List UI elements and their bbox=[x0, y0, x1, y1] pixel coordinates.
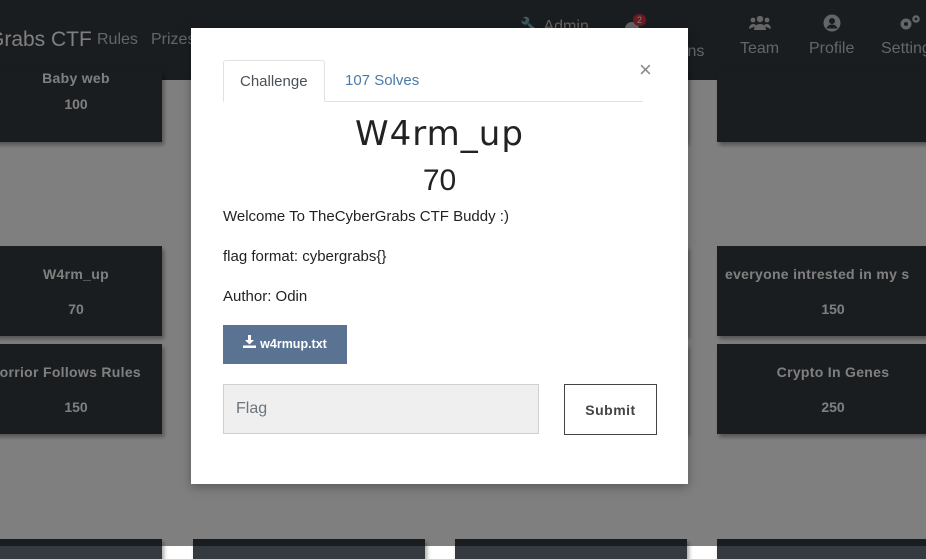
challenge-author: Author: Odin bbox=[223, 288, 308, 305]
challenge-description-line: Welcome To TheCyberGrabs CTF Buddy :) bbox=[223, 208, 509, 225]
download-file-button[interactable]: w4rmup.txt bbox=[223, 325, 347, 364]
file-name: w4rmup.txt bbox=[260, 337, 327, 351]
modal-tabs: Challenge 107 Solves bbox=[223, 60, 643, 102]
challenge-description-line: flag format: cybergrabs{} bbox=[223, 248, 387, 265]
tab-challenge[interactable]: Challenge bbox=[223, 60, 325, 102]
challenge-points: 70 bbox=[422, 164, 457, 197]
tab-solves[interactable]: 107 Solves bbox=[329, 60, 435, 100]
challenge-title: W4rm_up bbox=[355, 114, 524, 154]
flag-input[interactable] bbox=[223, 384, 539, 434]
challenge-modal: × Challenge 107 Solves W4rm_up 70 Welcom… bbox=[191, 28, 688, 484]
submit-button[interactable]: Submit bbox=[564, 384, 657, 435]
download-icon bbox=[243, 325, 257, 364]
